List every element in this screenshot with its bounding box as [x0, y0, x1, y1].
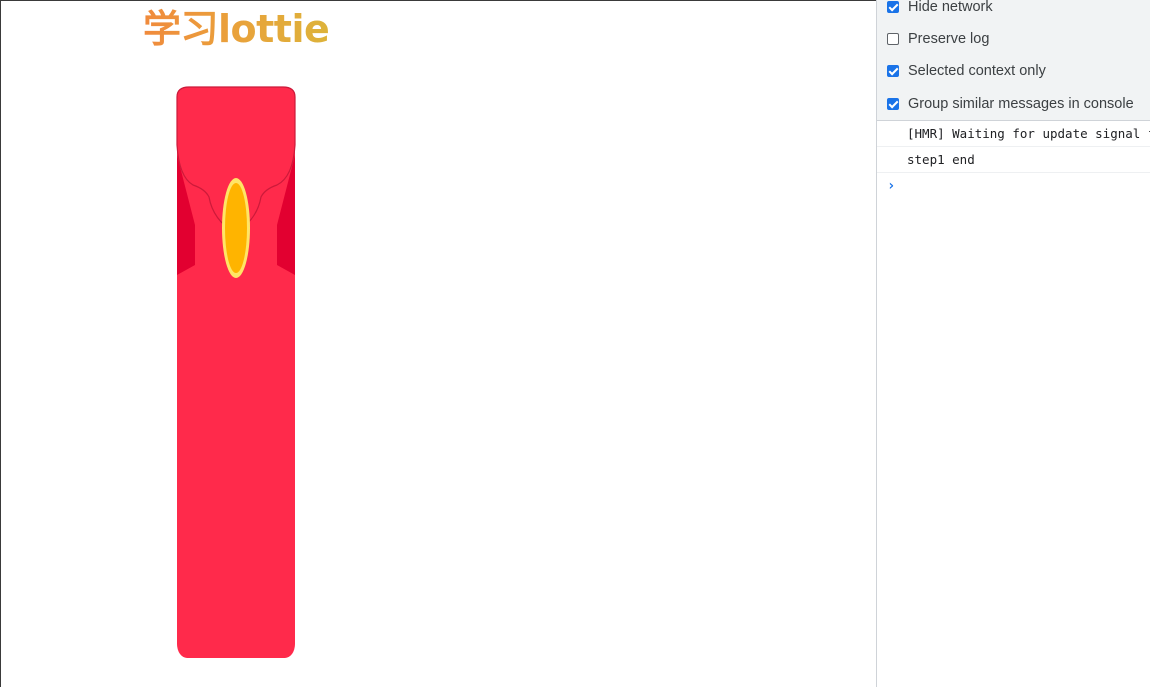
setting-group-similar[interactable]: Group similar messages in console	[887, 93, 1134, 115]
setting-label: Preserve log	[908, 31, 990, 47]
setting-hide-network[interactable]: Hide network	[887, 0, 993, 18]
console-output: [HMR] Waiting for update signal from WDS…	[877, 121, 1150, 199]
setting-label: Hide network	[908, 0, 993, 15]
setting-label: Selected context only	[908, 63, 1046, 79]
devtools-panel: Hide network Preserve log Selected conte…	[876, 0, 1150, 687]
setting-label: Group similar messages in console	[908, 96, 1134, 112]
chevron-right-icon[interactable]: ›	[877, 173, 1150, 199]
selected-context-checkbox[interactable]	[887, 65, 899, 77]
preserve-log-checkbox[interactable]	[887, 33, 899, 45]
group-similar-checkbox[interactable]	[887, 98, 899, 110]
page-title: 学习lottie	[143, 7, 330, 51]
console-settings: Hide network Preserve log Selected conte…	[877, 0, 1150, 121]
red-envelope-graphic	[176, 86, 296, 658]
page-viewport: 学习lottie	[0, 0, 876, 687]
coin-icon	[225, 183, 247, 273]
hide-network-checkbox[interactable]	[887, 1, 899, 13]
setting-selected-context-only[interactable]: Selected context only	[887, 60, 1046, 82]
console-message: [HMR] Waiting for update signal from WDS…	[877, 121, 1150, 147]
setting-preserve-log[interactable]: Preserve log	[887, 28, 989, 50]
red-envelope-animation	[175, 85, 297, 660]
console-message: step1 end	[877, 147, 1150, 173]
